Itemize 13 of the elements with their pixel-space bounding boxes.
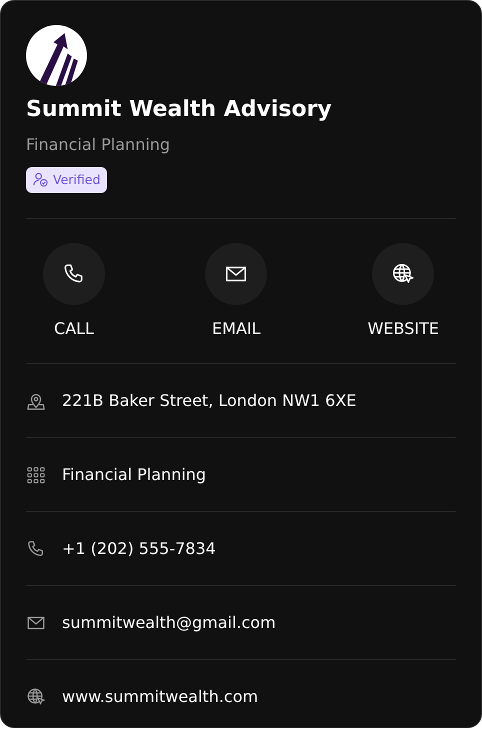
globe-cursor-icon	[26, 686, 46, 707]
web-detail[interactable]: www.summitwealth.com	[62, 684, 258, 709]
address-detail: 221B Baker Street, London NW1 6XE	[62, 390, 356, 412]
email-detail[interactable]: summitwealth@gmail.com	[62, 610, 276, 635]
badge-label: Verified	[53, 170, 100, 189]
phone-detail[interactable]: +1 (202) 555-7834	[62, 536, 216, 561]
business-name: Summit Wealth Advisory	[26, 96, 333, 124]
logo-icon	[26, 25, 87, 86]
category-detail: Financial Planning	[62, 464, 206, 486]
phone-icon	[26, 538, 46, 559]
business-category: Financial Planning	[26, 134, 172, 156]
grid-dots-icon	[26, 464, 46, 485]
user-check-icon	[33, 172, 48, 188]
